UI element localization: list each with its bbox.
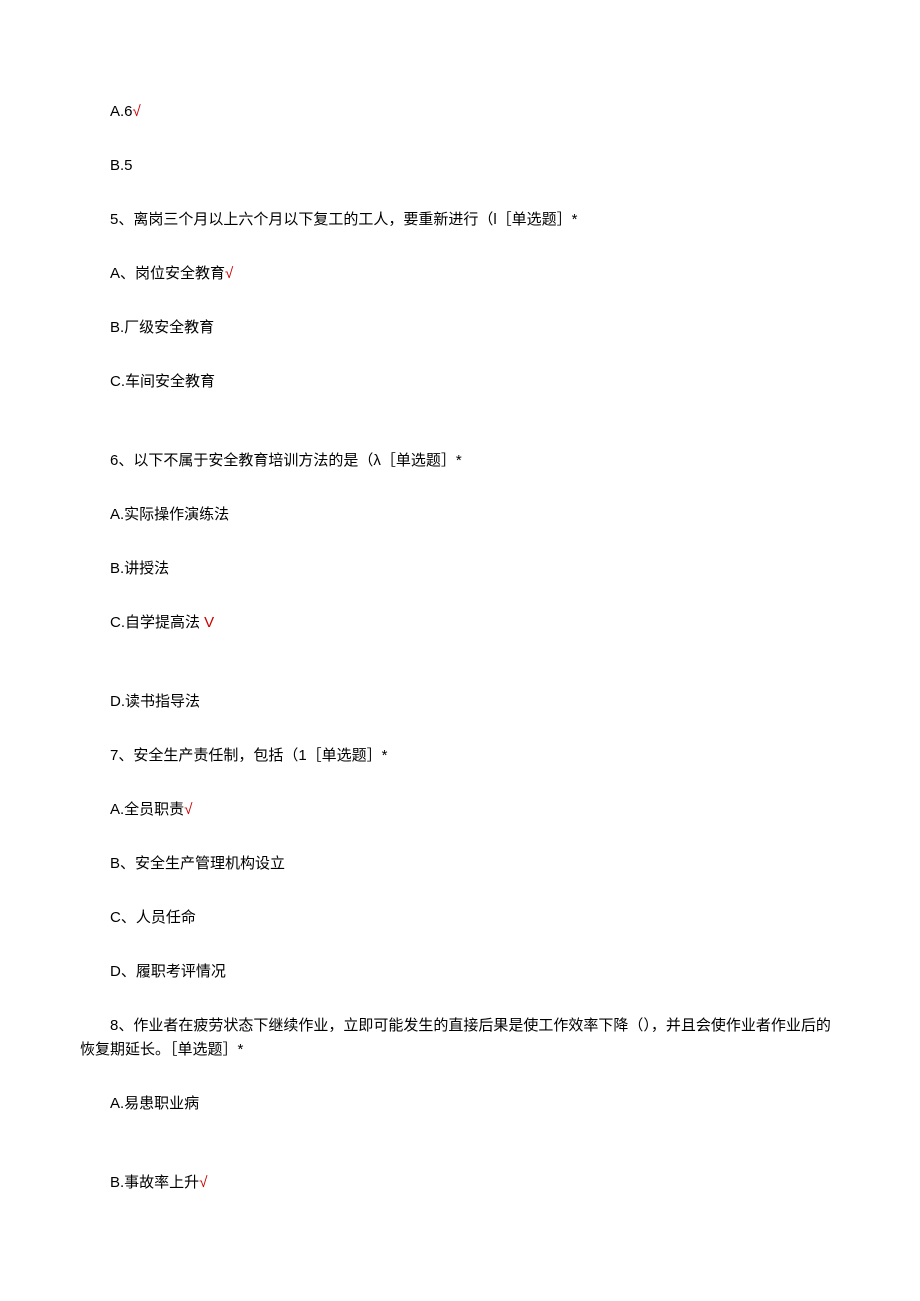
line-text: A.易患职业病 (110, 1095, 199, 1112)
text-line: 5、离岗三个月以上六个月以下复工的工人，要重新进行（l［单选题］* (80, 208, 840, 232)
line-text: D.读书指导法 (110, 693, 200, 710)
text-line: A.实际操作演练法 (80, 503, 840, 527)
check-mark: √ (184, 801, 192, 818)
text-line: B.厂级安全教育 (80, 316, 840, 340)
text-line: 6、以下不属于安全教育培训方法的是（λ［单选题］* (80, 449, 840, 473)
line-text: B.厂级安全教育 (110, 319, 214, 336)
line-text: 7、安全生产责任制，包括（1［单选题］* (110, 747, 388, 764)
line-text: C、人员任命 (110, 909, 196, 926)
line-text: D、履职考评情况 (110, 963, 226, 980)
line-text: A.实际操作演练法 (110, 506, 229, 523)
line-text: 6、以下不属于安全教育培训方法的是（λ［单选题］* (110, 452, 462, 469)
line-text: C.自学提高法 (110, 614, 204, 631)
line-text: A.6 (110, 103, 133, 120)
text-line: A、岗位安全教育√ (80, 262, 840, 286)
text-line: B、安全生产管理机构设立 (80, 852, 840, 876)
line-text: 5、离岗三个月以上六个月以下复工的工人，要重新进行（l［单选题］* (110, 211, 578, 228)
line-text: 8、作业者在疲劳状态下继续作业，立即可能发生的直接后果是使工作效率下降（），并且… (80, 1017, 831, 1058)
text-line: A.全员职责√ (80, 798, 840, 822)
line-text: C.车间安全教育 (110, 373, 215, 390)
line-text: A.全员职责 (110, 801, 184, 818)
line-text: B.5 (110, 157, 133, 174)
text-line: C.车间安全教育 (80, 370, 840, 394)
check-mark: √ (225, 265, 233, 282)
text-line: 7、安全生产责任制，包括（1［单选题］* (80, 744, 840, 768)
text-line: B.讲授法 (80, 557, 840, 581)
text-line: C.自学提高法 V (80, 611, 840, 635)
check-mark: V (204, 614, 214, 631)
text-line: A.易患职业病 (80, 1092, 840, 1116)
text-line: A.6√ (80, 100, 840, 124)
line-text: B.讲授法 (110, 560, 169, 577)
text-line: 8、作业者在疲劳状态下继续作业，立即可能发生的直接后果是使工作效率下降（），并且… (80, 1014, 840, 1062)
text-line: D.读书指导法 (80, 690, 840, 714)
check-mark: √ (199, 1174, 207, 1191)
text-line: B.5 (80, 154, 840, 178)
text-line: D、履职考评情况 (80, 960, 840, 984)
check-mark: √ (133, 103, 141, 120)
text-line: B.事故率上升√ (80, 1171, 840, 1195)
text-line: C、人员任命 (80, 906, 840, 930)
line-text: B.事故率上升 (110, 1174, 199, 1191)
line-text: B、安全生产管理机构设立 (110, 855, 285, 872)
line-text: A、岗位安全教育 (110, 265, 225, 282)
